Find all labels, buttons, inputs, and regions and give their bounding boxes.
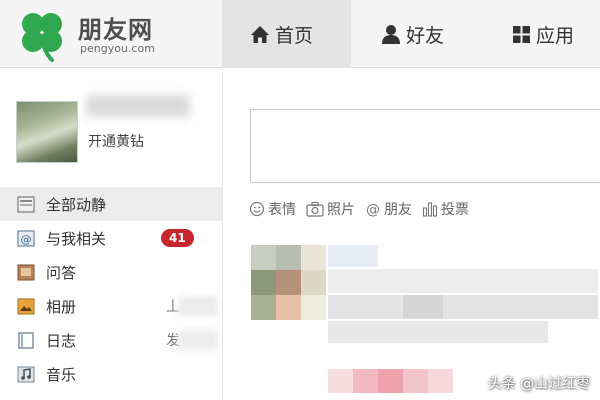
qa-icon bbox=[17, 264, 35, 280]
nav-tab-label: 应用 bbox=[536, 24, 575, 47]
sidebar-item-label: 音乐 bbox=[46, 365, 77, 384]
status-composer-input[interactable] bbox=[250, 109, 600, 183]
redacted-avatar-pixel bbox=[276, 245, 301, 270]
nav-tab-label: 好友 bbox=[406, 24, 445, 47]
redacted-avatar-pixel bbox=[251, 245, 276, 270]
redacted-avatar-pixel bbox=[301, 270, 326, 295]
feed-icon bbox=[17, 195, 35, 213]
redacted-text bbox=[178, 296, 218, 316]
nav-tab-friends[interactable]: 好友 bbox=[351, 0, 483, 68]
camera-icon bbox=[306, 201, 324, 217]
redacted-avatar-pixel bbox=[276, 270, 301, 295]
redacted-avatar-pixel bbox=[301, 295, 326, 320]
watermark: 头条 @山过红枣 bbox=[487, 376, 590, 392]
svg-text:@: @ bbox=[21, 233, 32, 246]
redacted-avatar-pixel bbox=[251, 270, 276, 295]
grid-icon bbox=[513, 25, 530, 43]
svg-text:@: @ bbox=[366, 202, 380, 217]
redacted-text-pixel bbox=[328, 321, 548, 343]
user-name-redacted bbox=[86, 95, 190, 117]
emoji-button[interactable]: 表情 bbox=[249, 199, 296, 219]
redacted-text-pixel bbox=[403, 295, 443, 319]
tool-label: 朋友 bbox=[384, 202, 412, 218]
logo-subtitle: pengyou.com bbox=[80, 42, 155, 55]
vip-link[interactable]: 开通黄钻 bbox=[88, 131, 144, 151]
tool-label: 投票 bbox=[441, 202, 469, 218]
sidebar-item-label: 问答 bbox=[46, 263, 77, 282]
redacted-text-pixel bbox=[428, 369, 453, 393]
logo-title: 朋友网 bbox=[78, 16, 153, 44]
nav-tab-home[interactable]: 首页 bbox=[222, 0, 351, 68]
redacted-text-pixel bbox=[328, 245, 378, 267]
sidebar-item-music[interactable]: 音乐 bbox=[0, 357, 222, 391]
smiley-icon bbox=[249, 201, 265, 217]
redacted-text-pixel bbox=[403, 369, 428, 393]
person-icon bbox=[382, 25, 400, 44]
vote-button[interactable]: 投票 bbox=[422, 199, 469, 219]
music-icon bbox=[17, 366, 35, 382]
redacted-avatar-pixel bbox=[251, 295, 276, 320]
sidebar-item-label: 全部动静 bbox=[46, 195, 107, 214]
redacted-text-pixel bbox=[328, 369, 353, 393]
composer-toolbar: 表情 照片 @ 朋友 投票 bbox=[249, 199, 479, 219]
sidebar-item-label: 与我相关 bbox=[46, 229, 107, 248]
at-sign-icon: @ bbox=[366, 202, 380, 217]
nav-tab-label: 首页 bbox=[275, 24, 314, 47]
top-header: 朋友网 pengyou.com 首页 好友 应用 bbox=[0, 0, 600, 68]
redacted-text-pixel bbox=[328, 295, 598, 319]
redacted-text-pixel bbox=[353, 369, 378, 393]
avatar[interactable] bbox=[16, 101, 78, 163]
tool-label: 表情 bbox=[268, 202, 296, 218]
vote-icon bbox=[422, 202, 438, 217]
redacted-avatar-pixel bbox=[276, 295, 301, 320]
home-icon bbox=[251, 25, 269, 43]
left-sidebar: 开通黄钻 全部动静 @ 与我相关 41 问答 相册 丄 日志 发 音乐 bbox=[0, 69, 222, 400]
site-logo[interactable]: 朋友网 pengyou.com bbox=[14, 6, 184, 62]
sidebar-item-journal[interactable]: 日志 发 bbox=[0, 323, 222, 357]
album-icon bbox=[17, 298, 35, 314]
clover-logo-icon bbox=[22, 13, 62, 62]
sidebar-item-related[interactable]: @ 与我相关 41 bbox=[0, 221, 222, 255]
tool-label: 照片 bbox=[327, 202, 355, 218]
redacted-text-pixel bbox=[378, 369, 403, 393]
sidebar-item-label: 日志 bbox=[46, 331, 77, 350]
redacted-text-pixel bbox=[328, 269, 598, 293]
notification-badge: 41 bbox=[161, 229, 194, 247]
redacted-text bbox=[178, 330, 218, 350]
sidebar-item-all-feeds[interactable]: 全部动静 bbox=[0, 187, 222, 221]
sidebar-item-album[interactable]: 相册 丄 bbox=[0, 289, 222, 323]
sidebar-item-qa[interactable]: 问答 bbox=[0, 255, 222, 289]
journal-icon bbox=[18, 331, 34, 349]
nav-tab-apps[interactable]: 应用 bbox=[483, 0, 600, 68]
redacted-avatar-pixel bbox=[301, 245, 326, 270]
sidebar-item-label: 相册 bbox=[46, 297, 77, 316]
at-icon: @ bbox=[17, 229, 35, 247]
photo-button[interactable]: 照片 bbox=[306, 199, 355, 219]
main-content: 表情 照片 @ 朋友 投票 bbox=[222, 69, 600, 400]
mention-friend-button[interactable]: @ 朋友 bbox=[365, 199, 412, 219]
